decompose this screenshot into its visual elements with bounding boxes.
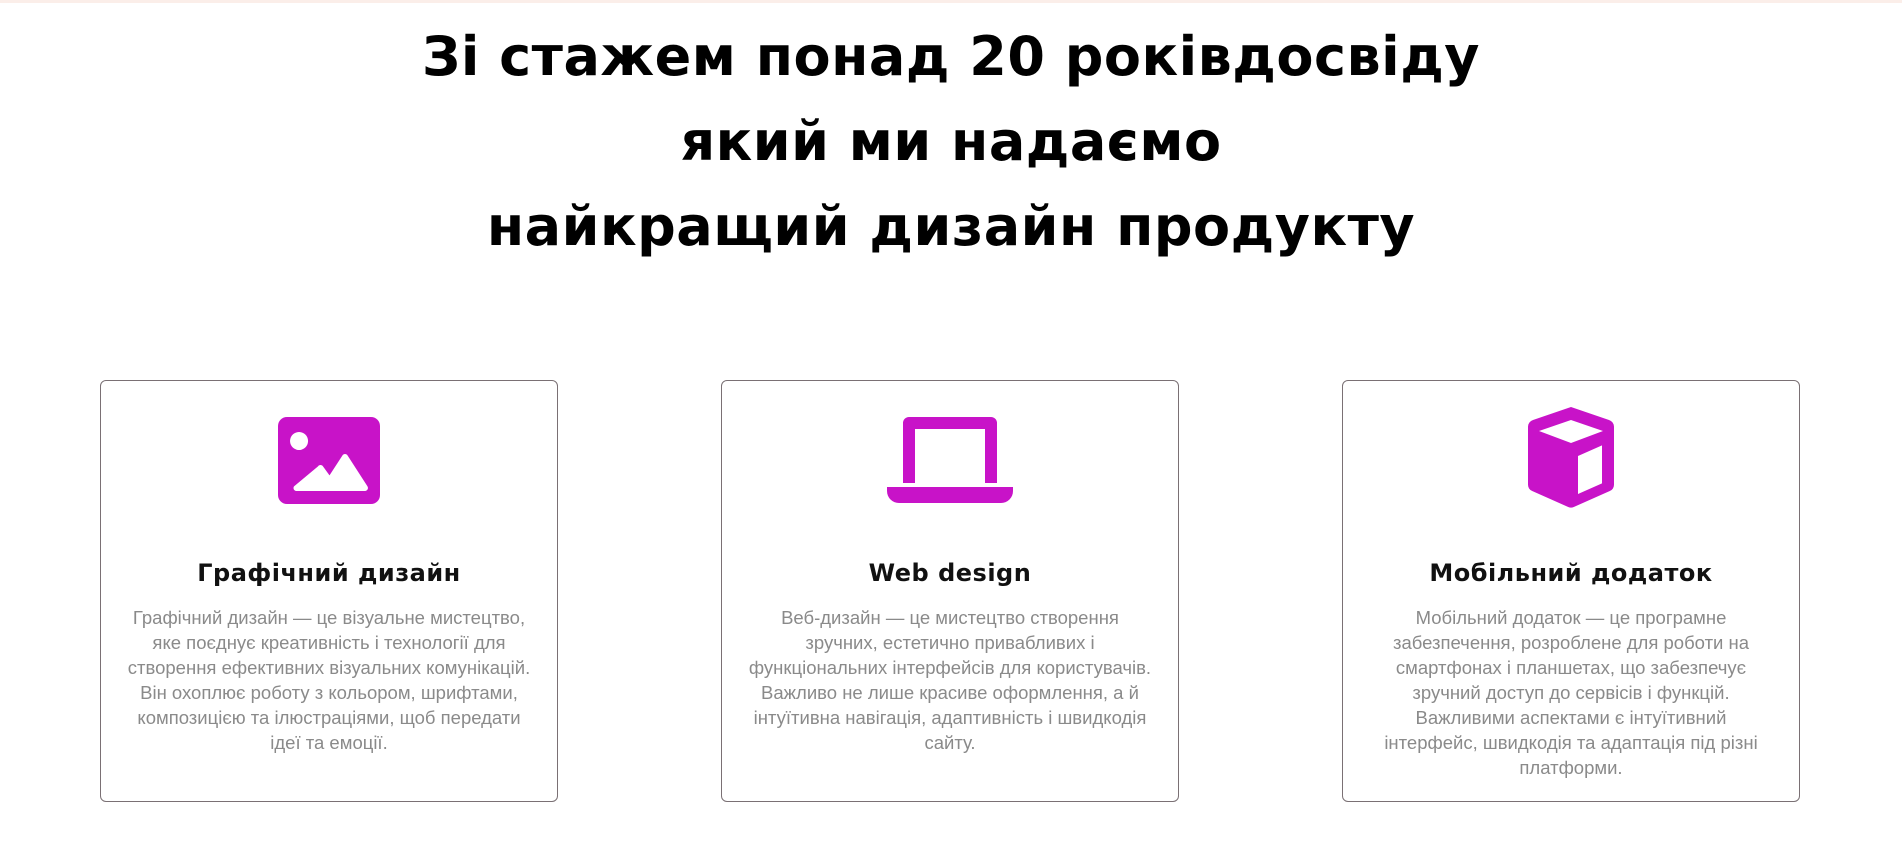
hero-line-2: який ми надаємо bbox=[680, 110, 1222, 173]
page: Зі стажем понад 20 роківдосвіду який ми … bbox=[0, 0, 1902, 867]
card-title: Графічний дизайн bbox=[197, 559, 461, 587]
hero-line-1: Зі стажем понад 20 роківдосвіду bbox=[421, 25, 1481, 88]
card-title: Мобільний додаток bbox=[1429, 559, 1713, 587]
card-description: Мобільний додаток — це програмне забезпе… bbox=[1384, 607, 1758, 778]
hero-line-3: найкращий дизайн продукту bbox=[486, 195, 1416, 258]
hero-heading: Зі стажем понад 20 роківдосвіду який ми … bbox=[0, 14, 1902, 269]
card-title: Web design bbox=[868, 559, 1032, 587]
image-icon bbox=[278, 417, 380, 504]
laptop-icon bbox=[887, 417, 1013, 503]
card-description: Графічний дизайн — це візуальне мистецтв… bbox=[127, 607, 531, 753]
services-cards: Графічний дизайн Графічний дизайн — це в… bbox=[100, 380, 1802, 804]
service-card-web-design: Web design Веб-дизайн — це мистецтво ств… bbox=[721, 380, 1179, 802]
cube-icon bbox=[1528, 407, 1614, 508]
service-card-mobile-app: Мобільний додаток Мобільний додаток — це… bbox=[1342, 380, 1800, 802]
card-description: Веб-дизайн — це мистецтво створення зруч… bbox=[748, 607, 1152, 753]
service-card-graphic-design: Графічний дизайн Графічний дизайн — це в… bbox=[100, 380, 558, 802]
top-divider bbox=[0, 0, 1902, 3]
